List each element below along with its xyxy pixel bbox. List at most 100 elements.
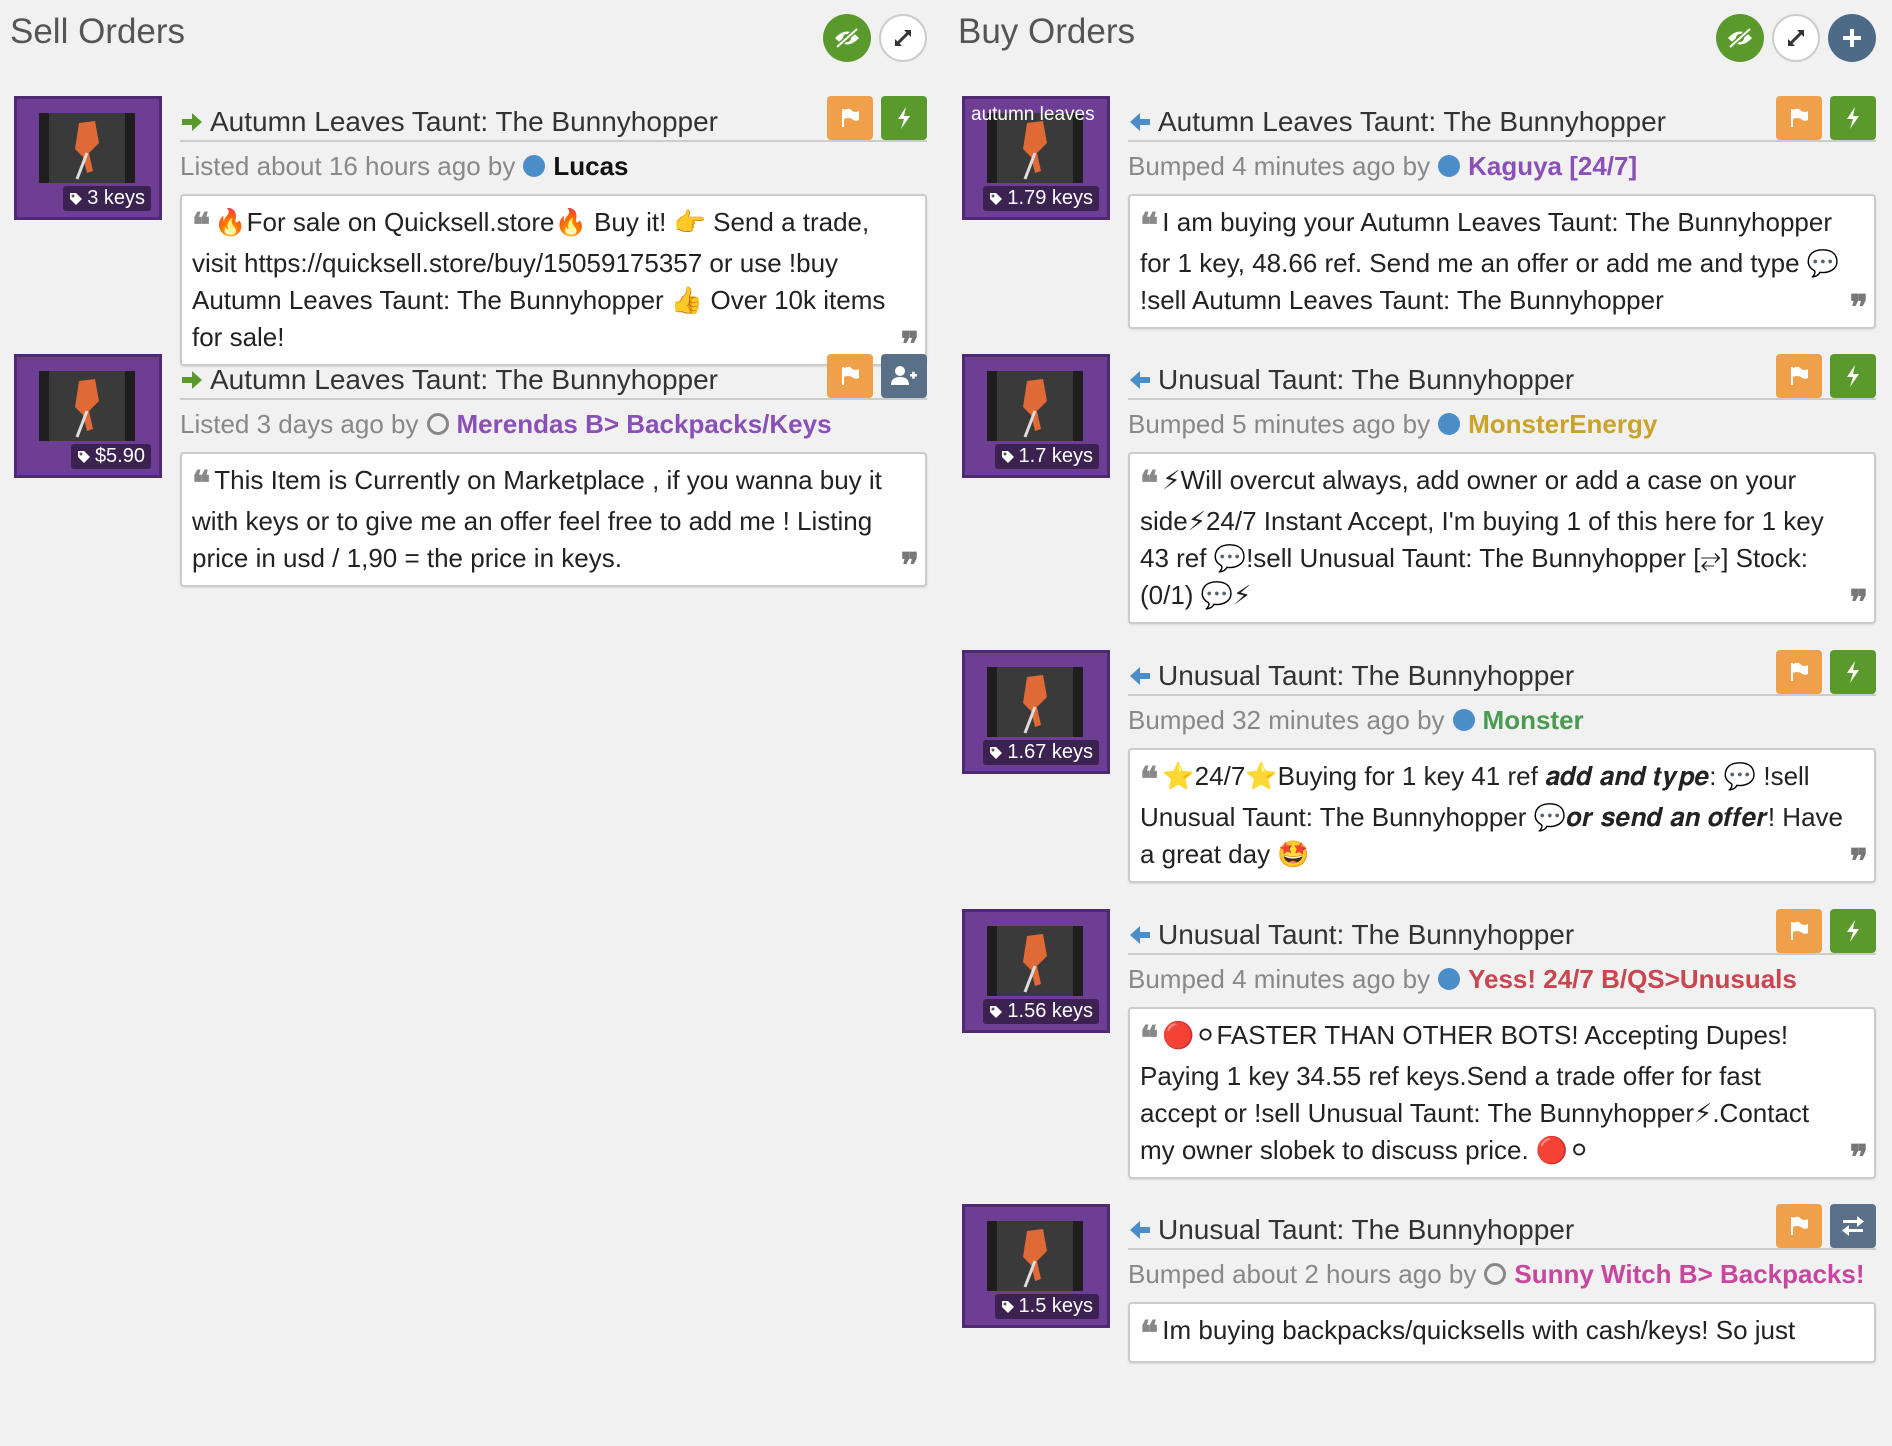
quote-close-icon: ❞ <box>1849 583 1868 623</box>
buy-orders-title: Buy Orders <box>958 12 1135 51</box>
buy-orders-column: Buy Orders autumn leaves 1.79 keys Autum… <box>958 0 1876 1363</box>
expand-icon <box>894 29 912 47</box>
instant-trade-button[interactable] <box>1830 354 1876 398</box>
report-button[interactable] <box>1776 354 1822 398</box>
listing-meta: Listed 3 days ago by Merendas B> Backpac… <box>180 408 832 440</box>
listing-title[interactable]: Unusual Taunt: The Bunnyhopper <box>1128 1214 1574 1246</box>
quote-open-icon: ❝ <box>192 206 211 246</box>
arrow-left-icon <box>1130 926 1150 944</box>
flag-icon <box>842 108 859 127</box>
sell-listing[interactable]: $5.90 Autumn Leaves Taunt: The Bunnyhopp… <box>10 338 927 596</box>
tag-icon <box>990 746 1003 759</box>
online-status-dot <box>1438 413 1461 435</box>
item-thumbnail[interactable]: 1.56 keys <box>962 909 1110 1033</box>
user-link[interactable]: Lucas <box>553 151 628 182</box>
user-link[interactable]: MonsterEnergy <box>1468 409 1657 440</box>
price-tag: $5.90 <box>70 444 151 469</box>
add-buy-order-button[interactable] <box>1828 14 1876 62</box>
listing-meta: Bumped 4 minutes ago by Kaguya [24/7] <box>1128 150 1638 182</box>
tag-icon <box>1001 450 1014 463</box>
listing-title[interactable]: Unusual Taunt: The Bunnyhopper <box>1128 919 1574 951</box>
quote-close-icon: ❞ <box>1849 1138 1868 1178</box>
lightning-icon <box>898 107 910 129</box>
online-status-dot <box>1438 155 1461 177</box>
report-button[interactable] <box>827 96 873 140</box>
quote-open-icon: ❝ <box>1140 1314 1159 1354</box>
expand-icon <box>1787 29 1805 47</box>
buy-listing[interactable]: 1.7 keys Unusual Taunt: The Bunnyhopper <box>958 338 1876 634</box>
listing-message: ❝ This Item is Currently on Marketplace ,… <box>180 452 927 587</box>
item-thumbnail[interactable]: $5.90 <box>14 354 162 478</box>
item-thumbnail[interactable]: 1.7 keys <box>962 354 1110 478</box>
online-status-dot <box>523 155 546 177</box>
report-button[interactable] <box>1776 650 1822 694</box>
report-button[interactable] <box>827 354 873 398</box>
sell-listing[interactable]: 3 keys Autumn Leaves Taunt: The Bunnyhop… <box>10 80 927 366</box>
listing-title[interactable]: Unusual Taunt: The Bunnyhopper <box>1128 364 1574 396</box>
arrow-right-icon <box>182 371 202 389</box>
listing-meta: Bumped 5 minutes ago by MonsterEnergy <box>1128 408 1658 440</box>
user-link[interactable]: Merendas B> Backpacks/Keys <box>457 409 832 440</box>
tag-icon <box>77 450 90 463</box>
listing-title[interactable]: Autumn Leaves Taunt: The Bunnyhopper <box>180 364 718 396</box>
sell-orders-title: Sell Orders <box>10 12 186 51</box>
exchange-button[interactable] <box>1830 1204 1876 1248</box>
toggle-visibility-button[interactable] <box>823 14 871 62</box>
item-thumbnail[interactable]: 1.67 keys <box>962 650 1110 774</box>
user-link[interactable]: Kaguya [24/7] <box>1468 151 1637 182</box>
flag-icon <box>1791 366 1808 385</box>
offline-status-dot <box>1484 1263 1507 1285</box>
report-button[interactable] <box>1776 96 1822 140</box>
sell-orders-column: Sell Orders 3 keys Autumn Leaves Taunt: … <box>10 0 927 1326</box>
taunt-image <box>39 113 135 183</box>
tag-icon <box>1001 1300 1014 1313</box>
instant-trade-button[interactable] <box>1830 909 1876 953</box>
quote-open-icon: ❝ <box>1140 206 1159 246</box>
arrow-left-icon <box>1130 1221 1150 1239</box>
taunt-image <box>39 371 135 441</box>
buy-listing[interactable]: autumn leaves 1.79 keys Autumn Leaves Ta… <box>958 80 1876 338</box>
lightning-icon <box>1847 365 1859 387</box>
report-button[interactable] <box>1776 909 1822 953</box>
quote-close-icon: ❞ <box>1849 842 1868 882</box>
tag-icon <box>990 192 1003 205</box>
buy-listing[interactable]: 1.56 keys Unusual Taunt: The Bunnyhopper <box>958 893 1876 1188</box>
buy-listing[interactable]: 1.67 keys Unusual Taunt: The Bunnyhopper <box>958 634 1876 893</box>
listing-message: ❝ I am buying your Autumn Leaves Taunt: T… <box>1128 194 1876 329</box>
user-link[interactable]: Sunny Witch B> Backpacks! <box>1514 1259 1864 1290</box>
user-link[interactable]: Monster <box>1483 705 1584 736</box>
listing-title[interactable]: Autumn Leaves Taunt: The Bunnyhopper <box>180 106 718 138</box>
flag-icon <box>1791 1216 1808 1235</box>
listing-meta: Bumped 4 minutes ago by Yess! 24/7 B/QS>… <box>1128 963 1797 995</box>
expand-button[interactable] <box>879 14 927 62</box>
expand-button[interactable] <box>1772 14 1820 62</box>
item-thumbnail[interactable]: autumn leaves 1.79 keys <box>962 96 1110 220</box>
price-tag: 1.79 keys <box>983 186 1099 211</box>
listing-title[interactable]: Autumn Leaves Taunt: The Bunnyhopper <box>1128 106 1666 138</box>
arrow-left-icon <box>1130 113 1150 131</box>
eye-slash-icon <box>835 27 859 49</box>
add-friend-button[interactable] <box>881 354 927 398</box>
report-button[interactable] <box>1776 1204 1822 1248</box>
listing-title[interactable]: Unusual Taunt: The Bunnyhopper <box>1128 660 1574 692</box>
item-thumbnail[interactable]: 1.5 keys <box>962 1204 1110 1328</box>
user-link[interactable]: Yess! 24/7 B/QS>Unusuals <box>1468 964 1797 995</box>
toggle-visibility-button[interactable] <box>1716 14 1764 62</box>
instant-trade-button[interactable] <box>1830 650 1876 694</box>
quote-open-icon: ❝ <box>1140 464 1159 504</box>
instant-trade-button[interactable] <box>1830 96 1876 140</box>
eye-slash-icon <box>1728 27 1752 49</box>
price-tag: 1.67 keys <box>983 740 1099 765</box>
flag-icon <box>1791 921 1808 940</box>
quote-close-icon: ❞ <box>1849 288 1868 328</box>
plus-icon <box>1843 29 1861 47</box>
lightning-icon <box>1847 920 1859 942</box>
quote-close-icon: ❞ <box>900 546 919 586</box>
item-thumbnail[interactable]: 3 keys <box>14 96 162 220</box>
quote-open-icon: ❝ <box>192 464 211 504</box>
tag-icon <box>990 1005 1003 1018</box>
tag-icon <box>70 192 83 205</box>
lightning-icon <box>1847 107 1859 129</box>
buy-listing[interactable]: 1.5 keys Unusual Taunt: The Bunnyhopper <box>958 1188 1876 1446</box>
instant-trade-button[interactable] <box>881 96 927 140</box>
